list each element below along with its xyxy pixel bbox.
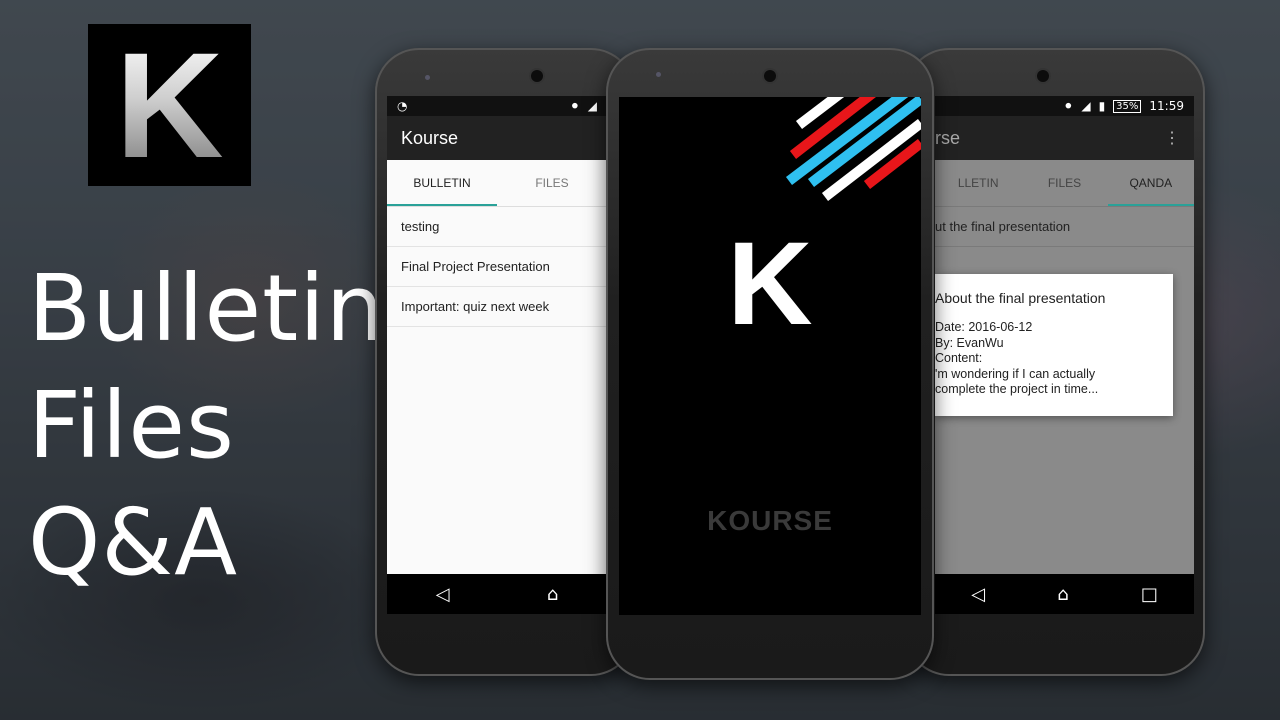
clock: 11:59	[1149, 99, 1184, 113]
question-dialog: About the final presentation Date: 2016-…	[935, 274, 1173, 416]
tab-bulletin[interactable]: LLETIN	[935, 160, 1021, 206]
left-phone-screen: ◔ ⚫ ◢ Kourse BULLETIN FILES testing Fina…	[387, 96, 607, 614]
right-phone-screen: ⚫ ◢ ▮ 35% 11:59 rse ⋮ LLETIN FILES QANDA…	[935, 96, 1194, 614]
splash-logo-letter: K	[727, 218, 813, 350]
nav-bar: ◁ ⌂	[387, 574, 607, 614]
splash-brand: KOURSE	[707, 505, 833, 536]
nav-bar: ◁ ⌂ □	[935, 574, 1194, 614]
right-phone: ⚫ ◢ ▮ 35% 11:59 rse ⋮ LLETIN FILES QANDA…	[905, 48, 1205, 676]
signal-icon: ▮	[1098, 99, 1106, 113]
tab-files[interactable]: FILES	[1021, 160, 1107, 206]
app-bar: rse ⋮	[935, 116, 1194, 160]
list-item[interactable]: Final Project Presentation	[387, 247, 607, 287]
home-icon[interactable]: ⌂	[547, 584, 558, 605]
dnd-icon: ⚫	[569, 99, 580, 113]
speaker	[531, 70, 543, 82]
dialog-author: By: EvanWu	[935, 335, 1004, 350]
speaker	[1037, 70, 1049, 82]
app-title: Kourse	[401, 127, 459, 148]
feature-files: Files	[28, 372, 235, 479]
wifi-icon: ◢	[1081, 99, 1091, 113]
dialog-content-line: complete the project in time...	[935, 382, 1099, 396]
list-item[interactable]: ut the final presentation	[935, 207, 1194, 247]
bulletin-list: testing Final Project Presentation Impor…	[387, 207, 607, 327]
sensor-dot	[656, 72, 661, 77]
tab-qanda[interactable]: QANDA	[1107, 160, 1194, 206]
dialog-content-line: 'm wondering if I can actually	[935, 366, 1096, 381]
dialog-title: About the final presentation	[935, 290, 1106, 306]
recents-icon[interactable]: □	[1141, 584, 1158, 605]
back-icon[interactable]: ◁	[971, 584, 985, 605]
status-bar: ◔ ⚫ ◢	[387, 96, 607, 116]
dialog-date: Date: 2016-06-12	[935, 320, 1033, 334]
app-bar: Kourse	[387, 116, 607, 160]
tab-bar: LLETIN FILES QANDA	[935, 160, 1194, 207]
tab-files[interactable]: FILES	[497, 160, 607, 206]
feature-list: Bulletin Files Q&A	[28, 250, 385, 601]
app-logo: K	[88, 24, 251, 186]
feature-qa: Q&A	[28, 489, 239, 596]
overflow-menu-icon[interactable]: ⋮	[1164, 128, 1180, 148]
feature-bulletin: Bulletin	[28, 255, 386, 362]
list-item[interactable]: Important: quiz next week	[387, 287, 607, 327]
battery-indicator: 35%	[1113, 99, 1142, 113]
home-icon[interactable]: ⌂	[1057, 584, 1068, 605]
incognito-icon: ◔	[397, 99, 408, 113]
splash-screen: K KOURSE	[619, 97, 921, 615]
stripes-decoration	[785, 97, 921, 201]
wifi-icon: ◢	[587, 99, 597, 113]
tab-bulletin[interactable]: BULLETIN	[387, 160, 497, 206]
dnd-icon: ⚫	[1063, 99, 1074, 113]
dialog-content-label: Content:	[935, 351, 983, 365]
back-icon[interactable]: ◁	[436, 584, 450, 605]
list-item[interactable]: testing	[387, 207, 607, 247]
tab-bar: BULLETIN FILES	[387, 160, 607, 207]
app-title: rse	[935, 127, 961, 148]
center-phone: K KOURSE	[606, 48, 934, 680]
status-bar: ⚫ ◢ ▮ 35% 11:59	[935, 96, 1194, 116]
left-phone: ◔ ⚫ ◢ Kourse BULLETIN FILES testing Fina…	[375, 48, 635, 676]
speaker	[764, 70, 776, 82]
sensor-dot	[425, 75, 430, 80]
